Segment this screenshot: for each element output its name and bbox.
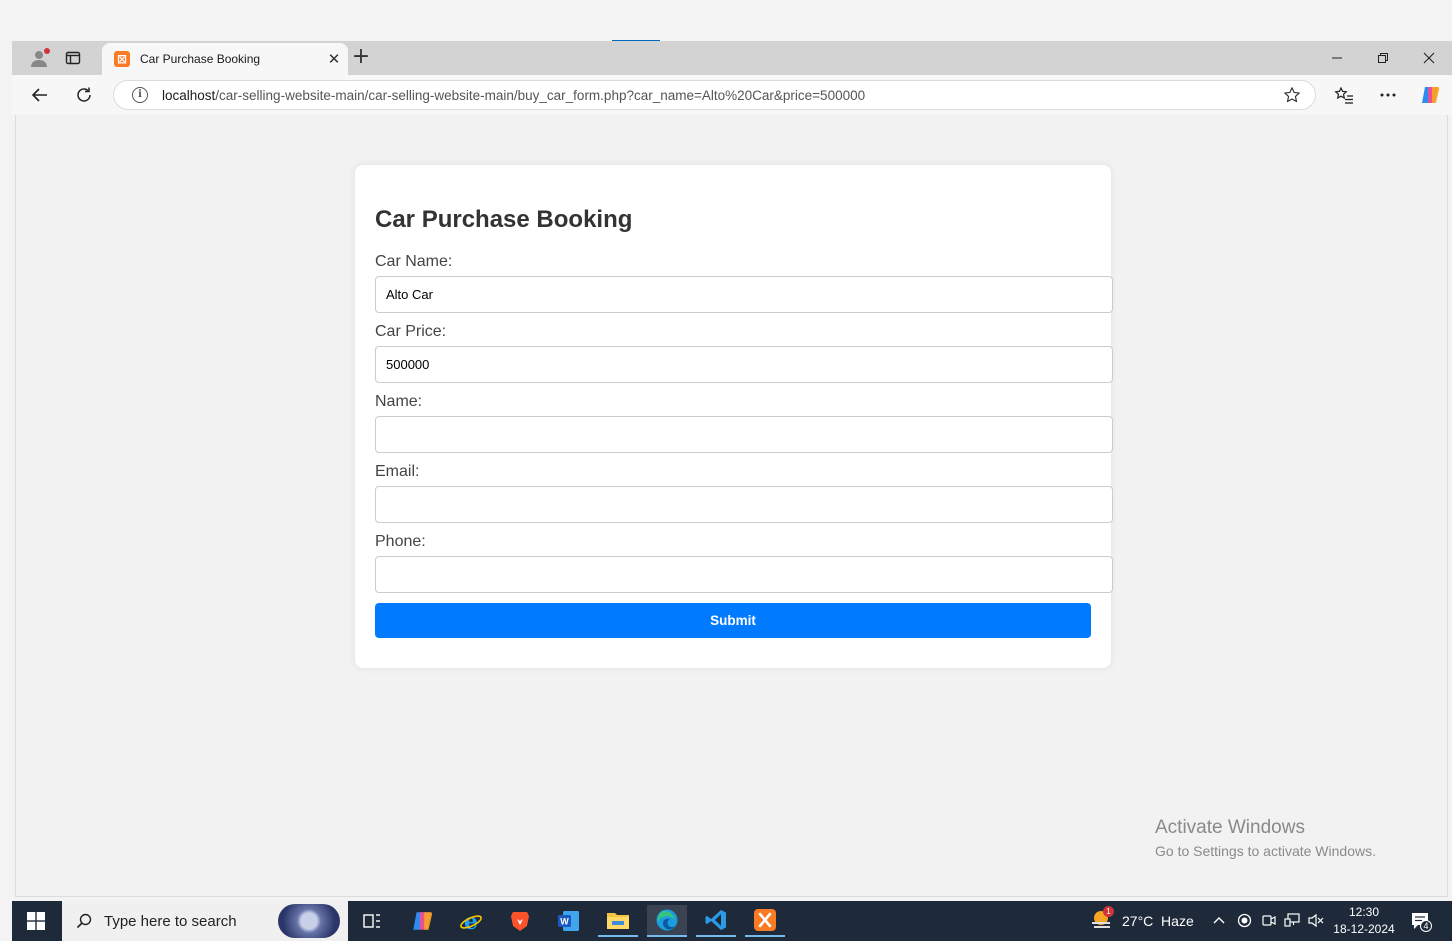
back-button[interactable] [25,81,55,109]
phone-input[interactable] [375,556,1113,593]
copilot-icon [1422,87,1440,103]
taskbar-internet-explorer-app[interactable]: e [451,905,491,937]
folder-icon [607,913,629,929]
profile-button[interactable] [24,45,54,71]
start-button[interactable] [12,901,60,941]
volume-muted-icon [1308,913,1324,928]
favorites-button[interactable] [1329,81,1359,109]
close-icon [1423,52,1435,64]
more-menu-button[interactable] [1373,81,1403,109]
xampp-icon [754,909,776,931]
brave-lion-icon [511,912,529,931]
task-view-icon [363,914,380,928]
volume-indicator[interactable] [1308,913,1324,933]
clock-time: 12:30 [1348,905,1380,919]
edge-icon [656,909,678,931]
minimize-button[interactable] [1314,45,1360,71]
xampp-favicon-icon: ⊠ [114,51,130,67]
network-indicator[interactable] [1284,913,1300,933]
refresh-button[interactable] [69,81,99,109]
tab-actions-icon [65,51,81,65]
tab-actions-button[interactable] [58,45,88,71]
network-icon [1284,913,1300,927]
notification-center-button[interactable]: 4 [1410,911,1432,936]
record-icon [1237,913,1252,928]
url-path: /car-selling-website-main/car-selling-we… [215,87,866,103]
email-input[interactable] [375,486,1113,523]
submit-button[interactable]: Submit [375,603,1091,638]
favorites-list-icon [1334,86,1353,104]
page-viewport: Car Purchase Booking Car Name: Car Price… [15,115,1448,897]
word-icon: W [558,911,579,931]
navigation-bar: i localhost/car-selling-website-main/car… [12,75,1452,115]
minimize-icon [1332,57,1342,59]
watermark-subtitle: Go to Settings to activate Windows. [1155,843,1376,859]
tab-active[interactable]: ⊠ Car Purchase Booking ✕ [102,43,348,75]
booking-form-card: Car Purchase Booking Car Name: Car Price… [355,165,1113,668]
tab-title: Car Purchase Booking [140,52,261,66]
clock-date: 18-12-2024 [1333,922,1395,936]
activate-windows-watermark: Activate Windows Go to Settings to activ… [1155,817,1376,859]
restore-icon [1378,53,1388,63]
search-placeholder: Type here to search [104,912,237,930]
watermark-title: Activate Windows [1155,817,1305,838]
weather-widget[interactable]: 1 [1090,906,1116,937]
car-price-input[interactable] [375,346,1113,383]
system-clock[interactable]: 12:30 18-12-2024 [1332,904,1396,938]
windows-logo-icon [27,912,45,930]
chevron-up-icon [1213,917,1225,924]
taskbar-search-box[interactable]: Type here to search [62,901,348,941]
taskbar-word-app[interactable]: W [549,905,589,937]
task-view-button[interactable] [352,905,392,937]
email-label: Email: [375,463,420,480]
taskbar-xampp-app[interactable] [745,905,785,937]
refresh-icon [77,87,91,102]
name-label: Name: [375,393,423,410]
taskbar-vscode-app[interactable] [696,905,736,937]
tab-bar: ⊠ Car Purchase Booking ✕ + [12,41,1452,75]
form-title: Car Purchase Booking [375,206,633,233]
profile-notification-dot [44,48,50,54]
copilot-button[interactable] [1415,81,1445,109]
taskbar: Type here to search e W 1 27°C Haze 12:3… [12,901,1452,941]
meet-now-indicator[interactable] [1261,913,1276,933]
copilot-icon [413,912,433,930]
url-text[interactable]: localhost/car-selling-website-main/car-s… [162,88,865,103]
search-icon [76,913,92,929]
back-arrow-icon [31,88,47,102]
phone-label: Phone: [375,533,426,550]
weather-text[interactable]: 27°C Haze [1122,913,1194,929]
record-indicator[interactable] [1237,913,1252,933]
car-name-input[interactable] [375,276,1113,313]
weather-alert-badge: 1 [1103,906,1114,917]
close-window-button[interactable] [1406,45,1452,71]
address-bar[interactable]: i localhost/car-selling-website-main/car… [113,80,1316,110]
taskbar-brave-app[interactable] [500,905,540,937]
camera-icon [1262,915,1276,926]
internet-explorer-icon: e [460,909,482,933]
ellipsis-icon [1380,93,1396,97]
notification-count-badge: 4 [1420,920,1432,932]
show-hidden-icons-button[interactable] [1212,913,1226,932]
taskbar-file-explorer-app[interactable] [598,905,638,937]
new-tab-icon[interactable]: + [348,45,374,71]
url-host: localhost [162,87,216,103]
vscode-icon [705,910,726,930]
tab-close-icon[interactable]: ✕ [326,51,342,67]
car-price-label: Car Price: [375,323,447,340]
restore-button[interactable] [1360,45,1406,71]
favorite-star-icon[interactable] [1283,86,1301,104]
name-input[interactable] [375,416,1113,453]
taskbar-copilot-app[interactable] [402,905,442,937]
search-highlight-image [278,904,340,938]
car-name-label: Car Name: [375,253,453,270]
taskbar-edge-app[interactable] [647,905,687,937]
svg-text:W: W [560,917,569,927]
site-info-icon[interactable]: i [132,87,148,103]
